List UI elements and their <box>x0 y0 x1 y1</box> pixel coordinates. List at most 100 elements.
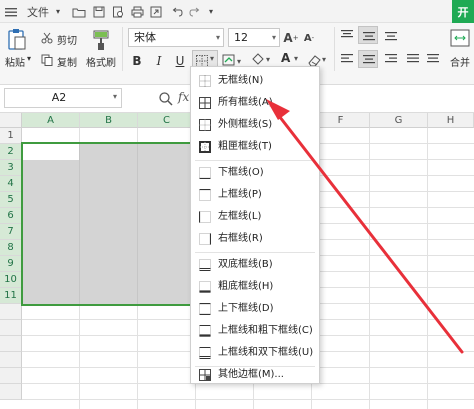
menu-item-thick-bottom-border[interactable]: 粗底框线(H) <box>191 276 319 298</box>
column-header-g[interactable]: G <box>370 113 428 128</box>
menu-item-label: 外侧框线(S) <box>218 119 273 130</box>
menu-item-thick-box-border[interactable]: 粗匣框线(T) <box>191 136 319 158</box>
row-header-1[interactable]: 1 <box>0 128 22 144</box>
column-header-c[interactable]: C <box>138 113 196 128</box>
menu-item-more-borders[interactable]: 其他边框(M)... <box>191 364 319 386</box>
format-painter-icon[interactable] <box>91 28 111 52</box>
chevron-down-icon: ▾ <box>294 54 299 63</box>
row-header-16[interactable] <box>0 368 22 384</box>
menu-item-no-border[interactable]: 无框线(N) <box>191 70 319 92</box>
row-header-4[interactable]: 4 <box>0 176 22 192</box>
svg-text:▾: ▾ <box>237 57 241 66</box>
merge-label[interactable]: 合并 <box>450 54 470 69</box>
ribbon-divider <box>122 27 123 71</box>
column-header-f[interactable]: F <box>312 113 370 128</box>
column-header-a[interactable]: A <box>22 113 80 128</box>
font-name-select[interactable]: 宋体 ▾ <box>128 28 224 47</box>
paste-label[interactable]: 粘贴 <box>5 54 25 69</box>
row-header-10[interactable]: 10 <box>0 272 22 288</box>
align-top-icon[interactable] <box>340 29 354 41</box>
row-header-8[interactable]: 8 <box>0 240 22 256</box>
name-box-value: A2 <box>51 91 67 104</box>
row-header-13[interactable] <box>0 320 22 336</box>
thick-box-border-icon <box>199 141 211 153</box>
justify-icon[interactable] <box>406 53 420 65</box>
file-dropdown-chevron-icon[interactable]: ▾ <box>53 0 63 23</box>
align-middle-button[interactable] <box>358 26 378 44</box>
print-preview-icon[interactable] <box>110 0 126 23</box>
menu-item-all-borders[interactable]: 所有框线(A) <box>191 92 319 114</box>
select-all-corner[interactable] <box>0 113 22 128</box>
row-header-17[interactable] <box>0 384 22 400</box>
menu-item-label: 双底框线(B) <box>218 259 273 270</box>
row-header-15[interactable] <box>0 352 22 368</box>
align-bottom-icon[interactable] <box>384 29 398 41</box>
column-header-h[interactable]: H <box>428 113 474 128</box>
bold-button[interactable]: B <box>128 51 146 71</box>
all-borders-icon <box>199 97 211 109</box>
zoom-icon[interactable] <box>158 91 174 107</box>
print-icon[interactable] <box>129 0 145 23</box>
menu-item-outside-borders[interactable]: 外侧框线(S) <box>191 114 319 136</box>
distributed-align-icon[interactable] <box>426 53 440 65</box>
font-size-value: 12 <box>234 31 248 44</box>
menu-item-top-thick-bottom-border[interactable]: 上框线和粗下框线(C) <box>191 320 319 342</box>
row-header-2[interactable]: 2 <box>0 144 22 160</box>
row-header-6[interactable]: 6 <box>0 208 22 224</box>
menu-item-label: 上框线和双下框线(U) <box>218 347 314 358</box>
row-header-14[interactable] <box>0 336 22 352</box>
cut-icon[interactable] <box>41 32 53 44</box>
format-painter-label[interactable]: 格式刷 <box>86 54 116 69</box>
menu-item-label: 上下框线(D) <box>218 303 274 314</box>
menu-item-label: 无框线(N) <box>218 75 264 86</box>
folder-open-icon[interactable] <box>71 0 87 23</box>
decrease-font-icon[interactable]: A- <box>303 28 315 48</box>
increase-font-icon[interactable]: A + <box>283 28 298 48</box>
menu-item-top-border[interactable]: 上框线(P) <box>191 184 319 206</box>
copy-icon[interactable] <box>41 54 53 66</box>
menu-item-left-border[interactable]: 左框线(L) <box>191 206 319 228</box>
menu-item-right-border[interactable]: 右框线(R) <box>191 228 319 250</box>
row-header-9[interactable]: 9 <box>0 256 22 272</box>
hamburger-icon[interactable] <box>4 0 18 23</box>
align-center-icon <box>363 55 375 64</box>
menu-item-top-bottom-border[interactable]: 上下框线(D) <box>191 298 319 320</box>
paste-dropdown-chevron-icon[interactable]: ▾ <box>27 54 31 63</box>
menu-item-label: 下框线(O) <box>218 167 264 178</box>
save-icon[interactable] <box>91 0 107 23</box>
customize-arrow-icon[interactable]: ▾ <box>205 0 217 23</box>
left-border-icon <box>199 211 211 223</box>
paste-icon[interactable] <box>6 28 28 52</box>
top-bottom-border-icon <box>199 303 211 315</box>
file-menu[interactable]: 文件 <box>25 0 51 23</box>
redo-icon[interactable] <box>188 0 202 23</box>
row-header-3[interactable]: 3 <box>0 160 22 176</box>
name-box[interactable]: A2 ▾ <box>4 88 122 108</box>
menu-item-label: 上框线(P) <box>218 189 262 200</box>
merge-cells-icon[interactable] <box>448 27 474 51</box>
menu-item-top-double-bottom-border[interactable]: 上框线和双下框线(U) <box>191 342 319 364</box>
font-size-select[interactable]: 12 ▾ <box>228 28 280 47</box>
fx-label[interactable]: fx <box>178 90 189 104</box>
export-icon[interactable] <box>148 0 164 23</box>
row-header-7[interactable]: 7 <box>0 224 22 240</box>
gridline <box>22 399 474 400</box>
menu-item-double-bottom-border[interactable]: 双底框线(B) <box>191 254 319 276</box>
menu-separator <box>195 252 315 253</box>
row-header-12[interactable] <box>0 304 22 320</box>
row-header-5[interactable]: 5 <box>0 192 22 208</box>
start-tab[interactable]: 开 <box>452 0 474 23</box>
row-header-11[interactable]: 11 <box>0 288 22 304</box>
align-center-button[interactable] <box>358 50 378 68</box>
align-right-icon[interactable] <box>384 53 398 65</box>
copy-label[interactable]: 复制 <box>57 54 77 69</box>
cut-label[interactable]: 剪切 <box>57 32 77 47</box>
selection-border <box>21 142 197 306</box>
undo-icon[interactable] <box>170 0 184 23</box>
column-header-b[interactable]: B <box>80 113 138 128</box>
menu-item-bottom-border[interactable]: 下框线(O) <box>191 162 319 184</box>
italic-button[interactable]: I <box>150 51 168 71</box>
align-left-icon[interactable] <box>340 53 354 65</box>
underline-button[interactable]: U <box>171 51 189 71</box>
chevron-down-icon: ▾ <box>215 33 220 42</box>
